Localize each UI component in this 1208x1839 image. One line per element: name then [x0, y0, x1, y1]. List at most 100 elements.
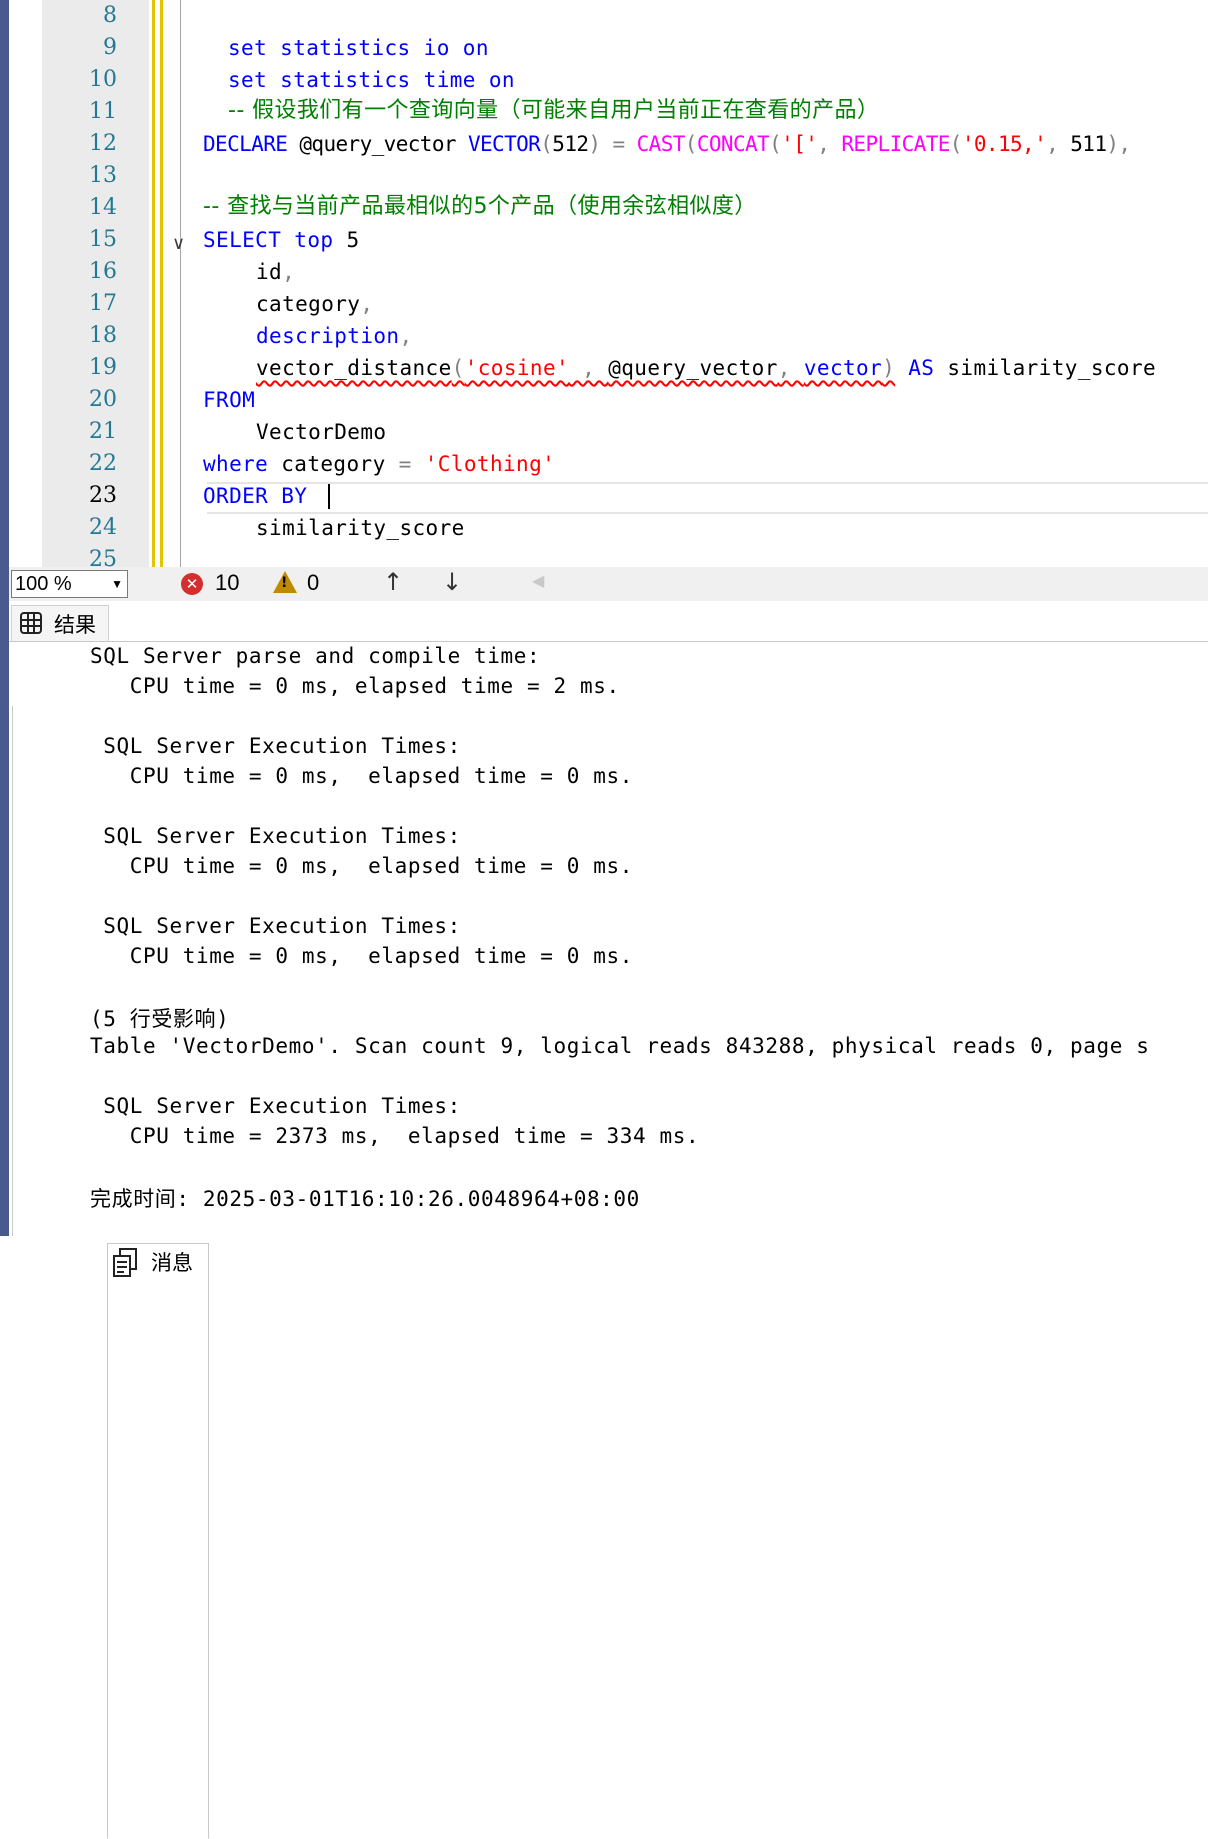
code-line-14: -- 查找与当前产品最相似的5个产品（使用余弦相似度） — [203, 190, 757, 223]
function: REPLICATE — [841, 132, 950, 156]
message-line: SQL Server Execution Times: — [90, 824, 461, 848]
scroll-left-icon[interactable]: ◀ — [532, 571, 544, 590]
alias: similarity_score — [934, 356, 1157, 380]
keyword: DECLARE — [203, 132, 288, 156]
string: '[' — [781, 132, 818, 156]
code-editor[interactable]: 8 9 10 11 12 13 14 15 16 17 18 19 20 21 … — [9, 0, 1208, 567]
text-caret — [328, 484, 330, 509]
column: category — [256, 292, 361, 316]
rows-affected-open: (5 — [90, 1007, 130, 1031]
code-line-9: set statistics io on — [228, 32, 489, 64]
arrow-up-icon[interactable]: ↑ — [383, 568, 403, 596]
results-tab-strip: 结果 消息 — [9, 601, 1208, 1839]
keyword: SELECT — [203, 228, 282, 252]
code-line-15: SELECT top 5 — [203, 224, 360, 256]
table-name: VectorDemo — [256, 420, 387, 444]
arrow-down-icon[interactable]: ↓ — [442, 568, 462, 596]
keyword: set statistics io on — [228, 36, 489, 60]
line-number: 11 — [89, 99, 117, 124]
code-line-19: vector_distance('cosine' , @query_vector… — [256, 352, 1156, 384]
code-line-16: id, — [256, 256, 295, 288]
line-number: 25 — [89, 547, 117, 567]
tab-results[interactable]: 结果 — [11, 605, 109, 641]
zoom-dropdown[interactable]: 100 % ▼ — [11, 570, 128, 598]
line-number-current: 23 — [89, 483, 117, 508]
column: category — [268, 452, 399, 476]
rows-affected-close: ) — [216, 1007, 230, 1031]
variable: @query_vector — [287, 132, 468, 156]
error-circle-icon[interactable]: ✕ — [181, 573, 203, 595]
code-line-18: description, — [256, 320, 413, 352]
comma: , — [1118, 132, 1131, 156]
line-number: 12 — [89, 131, 117, 156]
code-line-10: set statistics time on — [228, 64, 515, 96]
line-number: 20 — [89, 387, 117, 412]
tab-results-label: 结果 — [54, 613, 96, 637]
comma: , — [282, 260, 296, 284]
rows-affected-text: 行受影响 — [129, 1007, 217, 1031]
line-number: 19 — [89, 355, 117, 380]
chevron-down-icon[interactable]: ∨ — [172, 233, 185, 254]
keyword: ORDER BY — [203, 484, 321, 508]
function: CONCAT — [696, 132, 770, 156]
line-number: 9 — [103, 35, 117, 60]
comma: , — [1046, 132, 1071, 156]
operator: = — [398, 452, 412, 476]
dropdown-arrow-icon[interactable]: ▼ — [111, 571, 123, 597]
keyword: where — [203, 452, 269, 476]
number: 511 — [1070, 132, 1107, 156]
comment: -- 假设我们有一个查询向量（可能来自用户当前正在查看的产品） — [228, 98, 880, 123]
message-line: SQL Server Execution Times: — [90, 1094, 461, 1118]
function: vector_distance — [256, 356, 452, 380]
zoom-value: 100 % — [15, 573, 72, 595]
column: similarity_score — [256, 516, 465, 540]
comment: -- 查找与当前产品最相似的5个产品（使用余弦相似度） — [203, 194, 757, 219]
message-line: CPU time = 0 ms, elapsed time = 0 ms. — [90, 944, 633, 968]
grid-icon — [20, 612, 42, 639]
paren: ( — [451, 356, 465, 380]
keyword: top — [281, 228, 334, 252]
number: 5 — [333, 228, 360, 252]
line-number: 13 — [89, 163, 117, 188]
variable: @query_vector — [608, 356, 778, 380]
paren: ) — [882, 356, 896, 380]
error-count[interactable]: 10 — [215, 570, 239, 596]
comma: , — [569, 356, 609, 380]
message-line: SQL Server parse and compile time: — [90, 644, 541, 668]
message-line: CPU time = 0 ms, elapsed time = 0 ms. — [90, 854, 633, 878]
line-number: 24 — [89, 515, 117, 540]
keyword: AS — [895, 356, 935, 380]
warning-exclamation: ! — [281, 575, 288, 591]
warning-count[interactable]: 0 — [307, 570, 319, 596]
string: '0.15,' — [961, 132, 1047, 156]
line-number: 17 — [89, 291, 117, 316]
line-number: 16 — [89, 259, 117, 284]
operator: = — [600, 132, 637, 156]
code-line-17: category, — [256, 288, 373, 320]
line-number: 21 — [89, 419, 117, 444]
line-number: 14 — [89, 195, 117, 220]
message-line: CPU time = 0 ms, elapsed time = 0 ms. — [90, 764, 633, 788]
completion-time-line: 完成时间: 2025-03-01T16:10:26.0048964+08:00 — [90, 1183, 640, 1213]
line-number: 10 — [89, 67, 117, 92]
comma: , — [817, 132, 842, 156]
code-line-21: VectorDemo — [256, 416, 386, 448]
message-line: SQL Server Execution Times: — [90, 734, 461, 758]
tab-messages[interactable]: 消息 — [107, 1243, 209, 1839]
line-number: 22 — [89, 451, 117, 476]
rows-affected-line: (5 行受影响) — [90, 1003, 229, 1033]
message-line: Table 'VectorDemo'. Scan count 9, logica… — [90, 1034, 1150, 1058]
editor-margin — [9, 0, 42, 567]
keyword: set statistics time on — [228, 68, 515, 92]
message-line: SQL Server Execution Times: — [90, 914, 461, 938]
editor-status-bar: 100 % ▼ ✕ 10 ! 0 ↑ ↓ ◀ — [9, 567, 1208, 601]
code-line-11: -- 假设我们有一个查询向量（可能来自用户当前正在查看的产品） — [228, 94, 879, 127]
code-line-20: FROM — [203, 384, 255, 416]
window-left-border — [0, 0, 9, 1236]
error-squiggle[interactable]: vector_distance('cosine' , @query_vector… — [256, 356, 895, 380]
paren: ( — [540, 132, 553, 156]
pane-border — [12, 706, 13, 1236]
messages-pane[interactable]: SQL Server parse and compile time: CPU t… — [9, 642, 1208, 1236]
change-marker — [160, 0, 163, 567]
message-line: CPU time = 0 ms, elapsed time = 2 ms. — [90, 674, 620, 698]
